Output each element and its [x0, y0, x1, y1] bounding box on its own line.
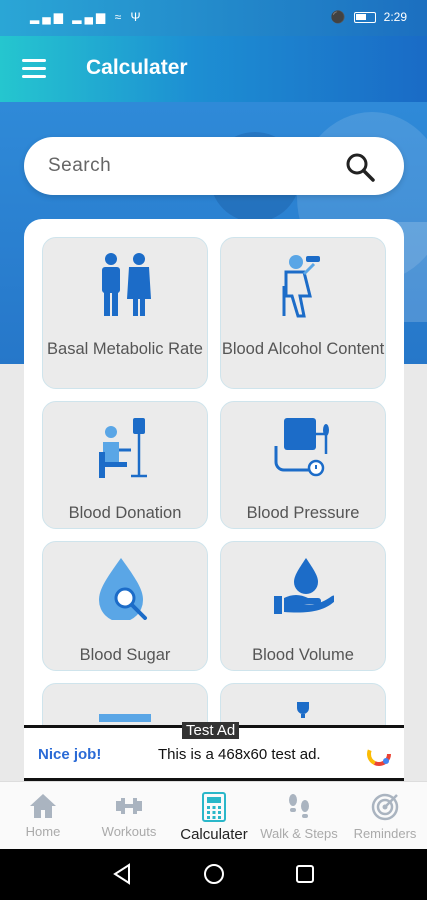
card-blood-volume[interactable]: Blood Volume [220, 541, 386, 671]
search-icon[interactable] [344, 151, 376, 183]
bottom-nav: Home Workouts Calculater Walk & Steps Re… [0, 781, 427, 849]
blood-sugar-icon [99, 558, 147, 620]
clock: 2:29 [383, 10, 407, 24]
home-icon [30, 794, 56, 818]
menu-icon[interactable] [22, 59, 46, 79]
recents-icon[interactable] [295, 863, 315, 885]
dumbbell-icon [116, 798, 142, 814]
nav-label: Walk & Steps [260, 826, 338, 841]
nav-calculater[interactable]: Calculater [174, 782, 254, 850]
battery-icon [353, 11, 376, 23]
card-label: Blood Pressure [246, 504, 360, 522]
ad-logo-icon [367, 742, 391, 766]
nav-reminders[interactable]: Reminders [348, 782, 422, 850]
system-nav-bar [0, 849, 427, 900]
ad-tag: Test Ad [182, 722, 240, 739]
card-blood-sugar[interactable]: Blood Sugar [42, 541, 208, 671]
card-basal-metabolic-rate[interactable]: Basal Metabolic Rate [42, 237, 208, 389]
page-title: Calculater [86, 56, 188, 79]
ad-banner[interactable]: Test Ad Nice job! This is a 468x60 test … [24, 722, 404, 781]
partial-icon [297, 702, 309, 718]
ad-text: This is a 468x60 test ad. [158, 746, 321, 763]
signal-icons: ▂▄▆ ▂▄▆ ≈ Ψ [30, 10, 144, 24]
blood-pressure-icon [274, 418, 329, 477]
alarm-icon: ⚫ [330, 10, 346, 24]
back-icon[interactable] [112, 863, 132, 885]
ad-nice-text: Nice job! [38, 746, 102, 763]
search-bar[interactable]: Search [24, 137, 404, 195]
card-label: Blood Volume [252, 646, 354, 664]
home-button-icon[interactable] [203, 863, 225, 885]
target-icon [371, 793, 399, 821]
card-label: Blood Sugar [79, 646, 171, 664]
blood-volume-icon [274, 558, 334, 614]
search-input[interactable]: Search [48, 155, 111, 177]
drinking-person-icon [282, 255, 320, 318]
nav-label: Reminders [353, 826, 417, 841]
card-label: Blood Alcohol Content [221, 340, 385, 358]
card-blood-donation[interactable]: Blood Donation [42, 401, 208, 529]
card-label: Basal Metabolic Rate [47, 340, 203, 358]
nav-walk-steps[interactable]: Walk & Steps [256, 782, 342, 850]
couple-icon [102, 253, 151, 316]
status-bar: ▂▄▆ ▂▄▆ ≈ Ψ ⚫ 2:29 [0, 0, 427, 36]
partial-icon [99, 714, 151, 722]
nav-label: Calculater [180, 826, 248, 843]
card-blood-pressure[interactable]: Blood Pressure [220, 401, 386, 529]
nav-label: Workouts [101, 824, 157, 839]
nav-workouts[interactable]: Workouts [94, 782, 164, 850]
app-bar: Calculater [0, 36, 427, 102]
footsteps-icon [289, 794, 309, 818]
nav-home[interactable]: Home [12, 782, 74, 850]
blood-donation-icon [99, 418, 147, 478]
card-label: Blood Donation [68, 504, 182, 522]
card-blood-alcohol-content[interactable]: Blood Alcohol Content [220, 237, 386, 389]
calculator-icon [202, 792, 226, 822]
calculator-grid: Basal Metabolic Rate Blood Alcohol Conte… [24, 219, 404, 739]
status-right: ⚫ 2:29 [331, 10, 407, 24]
nav-label: Home [25, 824, 61, 839]
